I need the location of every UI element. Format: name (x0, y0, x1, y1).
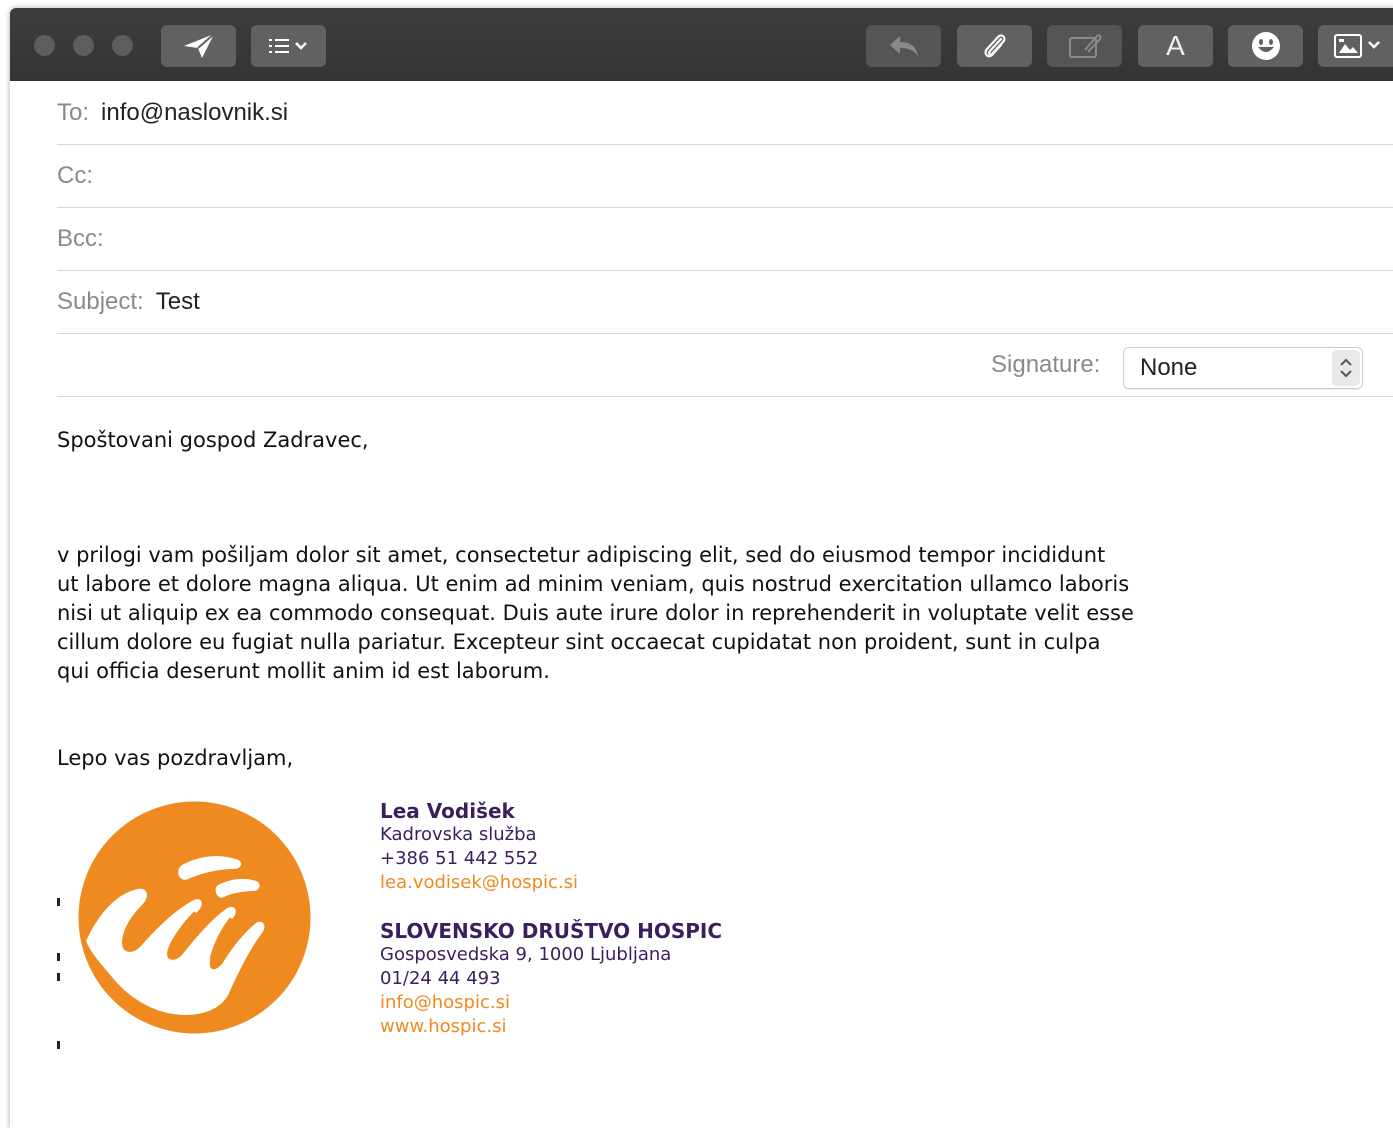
markup-icon (1067, 32, 1103, 60)
text-artifact (57, 953, 60, 961)
send-icon (182, 32, 216, 60)
signature-phone: +386 51 442 552 (380, 848, 539, 869)
select-stepper-icon (1332, 350, 1360, 386)
emoji-icon (1250, 30, 1282, 62)
bcc-field-row[interactable]: Bcc: (57, 207, 1393, 271)
signature-org-phone: 01/24 44 493 (380, 968, 501, 989)
subject-label: Subject: (57, 287, 144, 315)
send-button[interactable] (161, 25, 236, 67)
reply-button[interactable] (866, 25, 941, 67)
to-field[interactable]: info@naslovnik.si (101, 99, 288, 127)
font-button[interactable]: A (1138, 25, 1213, 67)
to-label: To: (57, 98, 90, 126)
attachment-icon (981, 31, 1009, 61)
text-artifact (57, 973, 60, 981)
cc-label: Cc: (57, 161, 93, 189)
cc-field-row[interactable]: Cc: (57, 144, 1393, 208)
reply-icon (888, 34, 920, 58)
signature-select-value: None (1140, 354, 1198, 381)
emoji-button[interactable] (1228, 25, 1303, 67)
signature-organization: SLOVENSKO DRUŠTVO HOSPIC Gosposvedska 9,… (380, 919, 722, 1039)
subject-field-row[interactable]: Subject: Test (57, 270, 1393, 334)
font-icon: A (1166, 30, 1185, 61)
signature-person: Lea Vodišek Kadrovska služba +386 51 442… (380, 799, 578, 895)
text-artifact (57, 1041, 60, 1049)
signature-name: Lea Vodišek (380, 799, 515, 823)
signature-select[interactable]: None (1123, 347, 1363, 389)
markup-button[interactable] (1047, 25, 1122, 67)
hospic-logo (78, 801, 311, 1034)
photo-browser-button[interactable] (1318, 25, 1393, 67)
minimize-window-button[interactable] (73, 35, 94, 56)
body-paragraph[interactable]: v prilogi vam pošiljam dolor sit amet, c… (57, 541, 1134, 686)
signature-department: Kadrovska služba (380, 824, 537, 845)
format-list-menu-button[interactable] (251, 25, 326, 67)
text-artifact (57, 898, 60, 906)
list-format-icon (267, 36, 311, 56)
signature-label: Signature: (991, 351, 1101, 378)
closing-text[interactable]: Lepo vas pozdravljam, (57, 744, 293, 773)
close-window-button[interactable] (34, 35, 55, 56)
greeting-text[interactable]: Spoštovani gospod Zadravec, (57, 426, 369, 455)
signature-address: Gosposvedska 9, 1000 Ljubljana (380, 944, 672, 965)
to-field-row[interactable]: To: info@naslovnik.si (57, 81, 1393, 145)
attach-button[interactable] (957, 25, 1032, 67)
subject-field[interactable]: Test (156, 288, 200, 316)
zoom-window-button[interactable] (112, 35, 133, 56)
compose-window: A To: info@naslovnik.si Cc: Bcc: Subject… (10, 8, 1393, 1128)
signature-web-link[interactable]: www.hospic.si (380, 1015, 722, 1039)
photo-browser-icon (1333, 32, 1383, 60)
signature-email-link[interactable]: lea.vodisek@hospic.si (380, 871, 578, 895)
toolbar: A (10, 8, 1393, 81)
signature-org-name: SLOVENSKO DRUŠTVO HOSPIC (380, 919, 723, 943)
signature-org-email-link[interactable]: info@hospic.si (380, 991, 722, 1015)
bcc-label: Bcc: (57, 224, 104, 252)
